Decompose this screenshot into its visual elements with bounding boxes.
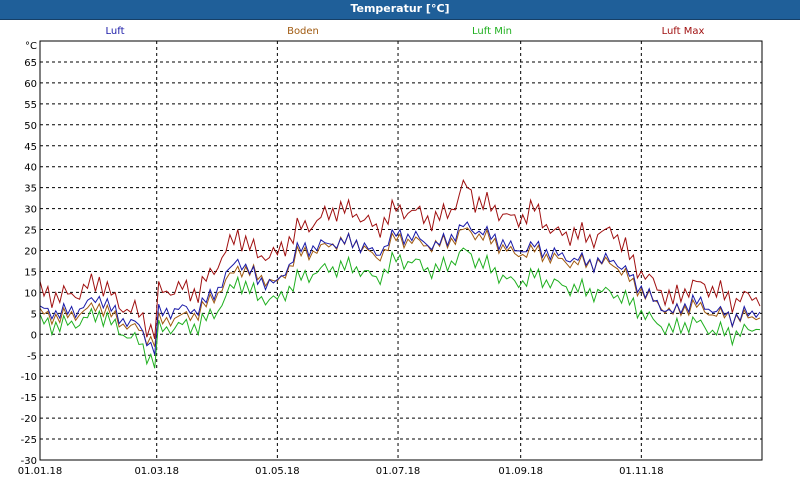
y-tick-label: 10 — [24, 288, 37, 299]
y-tick-label: -25 — [21, 435, 37, 446]
y-tick-label: 25 — [24, 226, 37, 237]
y-tick-label: 30 — [24, 205, 37, 216]
y-tick-label: 60 — [24, 79, 37, 90]
grid — [40, 41, 762, 461]
y-tick-label: 0 — [31, 330, 37, 341]
y-tick-label: 20 — [24, 247, 37, 258]
x-tick-label: 01.07.18 — [376, 466, 421, 477]
y-tick-label: 65 — [24, 58, 37, 69]
y-tick-label: 50 — [24, 121, 37, 132]
y-tick-label: -20 — [21, 414, 37, 425]
chart-title: Temperatur [°C] — [350, 2, 450, 15]
x-tick-label: 01.11.18 — [619, 466, 664, 477]
series-line-4 — [39, 178, 761, 340]
y-tick-label: 40 — [24, 163, 37, 174]
temperature-chart: Luft Boden Luft Min Luft Max -30-25-20-15-1… — [18, 26, 763, 477]
y-tick-label: -15 — [21, 393, 37, 404]
series-line-2 — [39, 227, 761, 347]
y-tick-label: 55 — [24, 100, 37, 111]
legend-item-4: Luft Max — [662, 26, 705, 37]
y-axis: -30-25-20-15-10-505101520253035404550556… — [21, 41, 37, 467]
y-axis-unit: °C — [25, 41, 37, 52]
title-bar: Temperatur [°C] — [0, 0, 800, 20]
y-tick-label: -10 — [21, 372, 37, 383]
y-tick-label: 45 — [24, 142, 37, 153]
legend: Luft Boden Luft Min Luft Max — [106, 26, 705, 37]
legend-item-1: Luft — [106, 26, 125, 37]
series-line-3 — [39, 247, 761, 369]
legend-item-2: Boden — [287, 26, 319, 37]
x-axis: 01.01.18 01.03.18 01.05.18 01.07.18 01.09.18… — [18, 466, 664, 477]
x-tick-label: 01.01.18 — [18, 466, 63, 477]
legend-item-3: Luft Min — [472, 26, 512, 37]
y-tick-label: 5 — [31, 309, 37, 320]
y-tick-label: 35 — [24, 184, 37, 195]
y-tick-label: 15 — [24, 267, 37, 278]
x-tick-label: 01.09.18 — [498, 466, 543, 477]
y-tick-label: -5 — [27, 351, 37, 362]
x-tick-label: 01.03.18 — [134, 466, 179, 477]
x-tick-label: 01.05.18 — [255, 466, 300, 477]
